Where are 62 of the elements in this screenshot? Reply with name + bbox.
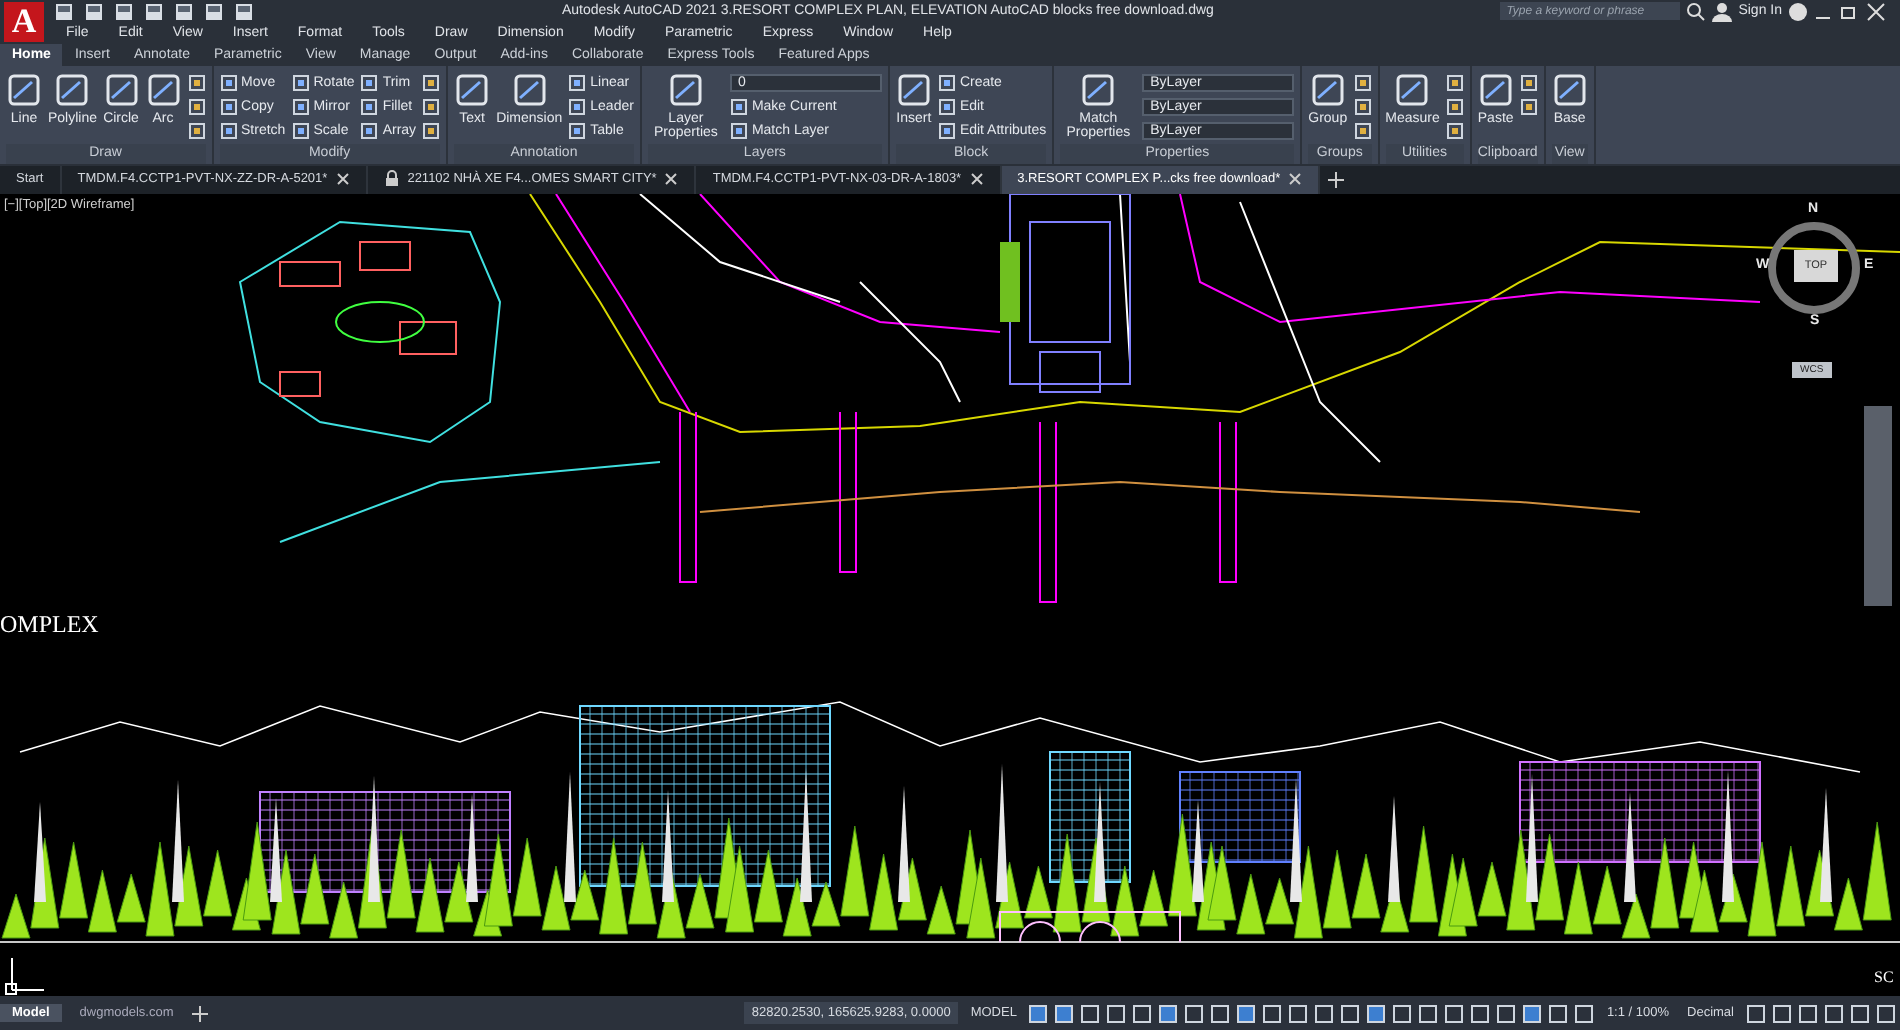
toolbar-icon[interactable] — [202, 0, 226, 23]
add-layout-icon[interactable] — [191, 1005, 208, 1022]
tool-icon — [1080, 72, 1117, 108]
status-icon[interactable] — [1028, 1003, 1049, 1024]
status-icon[interactable] — [1444, 1003, 1465, 1024]
drawing-text: SC — [1874, 967, 1894, 986]
status-icon[interactable] — [1772, 1003, 1792, 1024]
close-icon[interactable] — [664, 172, 679, 187]
tool-icon — [667, 72, 704, 108]
status-icon[interactable] — [1548, 1003, 1569, 1024]
status-icon[interactable] — [1340, 1003, 1361, 1024]
tool-icon — [895, 72, 932, 108]
toolbar-icon[interactable] — [142, 0, 166, 23]
status-icon[interactable] — [1236, 1003, 1257, 1024]
close-icon[interactable] — [335, 172, 350, 187]
drawing-text: OMPLEX — [0, 609, 99, 638]
status-icon[interactable] — [1850, 1003, 1870, 1024]
close-icon[interactable] — [1866, 1, 1886, 21]
status-icon[interactable] — [1210, 1003, 1231, 1024]
tool-icon — [1551, 72, 1588, 108]
tool-icon — [54, 72, 91, 108]
status-icon[interactable] — [1054, 1003, 1075, 1024]
status-icon[interactable] — [1418, 1003, 1439, 1024]
ucs-icon — [5, 956, 45, 995]
status-icon[interactable] — [1470, 1003, 1491, 1024]
status-icon[interactable] — [1158, 1003, 1179, 1024]
status-icon[interactable] — [1184, 1003, 1205, 1024]
tool-icon — [145, 72, 182, 108]
status-icon[interactable] — [1106, 1003, 1127, 1024]
status-icon[interactable] — [1574, 1003, 1595, 1024]
status-icon[interactable] — [1798, 1003, 1818, 1024]
toolbar-icon[interactable] — [52, 0, 76, 23]
tool-icon — [454, 72, 491, 108]
tool-icon — [6, 72, 42, 108]
status-icon[interactable] — [1132, 1003, 1153, 1024]
status-icon[interactable] — [1392, 1003, 1413, 1024]
close-icon[interactable] — [969, 172, 984, 187]
toolbar-icon[interactable] — [172, 0, 196, 23]
tool-icon — [103, 72, 140, 108]
user-icon[interactable] — [1712, 1, 1733, 21]
toolbar-icon[interactable] — [232, 0, 256, 23]
app-logo[interactable]: A — [4, 2, 44, 42]
status-icon[interactable] — [1288, 1003, 1309, 1024]
add-tab-icon[interactable] — [1328, 171, 1345, 188]
status-icon[interactable] — [1314, 1003, 1335, 1024]
status-icon[interactable] — [1746, 1003, 1766, 1024]
tool-icon — [1394, 72, 1431, 108]
tool-icon — [1309, 72, 1346, 108]
status-icon[interactable] — [1080, 1003, 1101, 1024]
close-icon[interactable] — [1288, 172, 1303, 187]
status-icon[interactable] — [1262, 1003, 1283, 1024]
tool-icon — [1477, 72, 1514, 108]
tool-icon — [511, 72, 548, 108]
status-icon[interactable] — [1522, 1003, 1543, 1024]
status-icon[interactable] — [1824, 1003, 1844, 1024]
search-icon[interactable] — [1686, 1, 1707, 21]
toolbar-icon[interactable] — [112, 0, 136, 23]
status-icon[interactable] — [1876, 1003, 1896, 1024]
status-icon[interactable] — [1366, 1003, 1387, 1024]
restore-icon[interactable] — [1840, 1, 1860, 21]
status-icon[interactable] — [1496, 1003, 1517, 1024]
toolbar-icon[interactable] — [82, 0, 106, 23]
